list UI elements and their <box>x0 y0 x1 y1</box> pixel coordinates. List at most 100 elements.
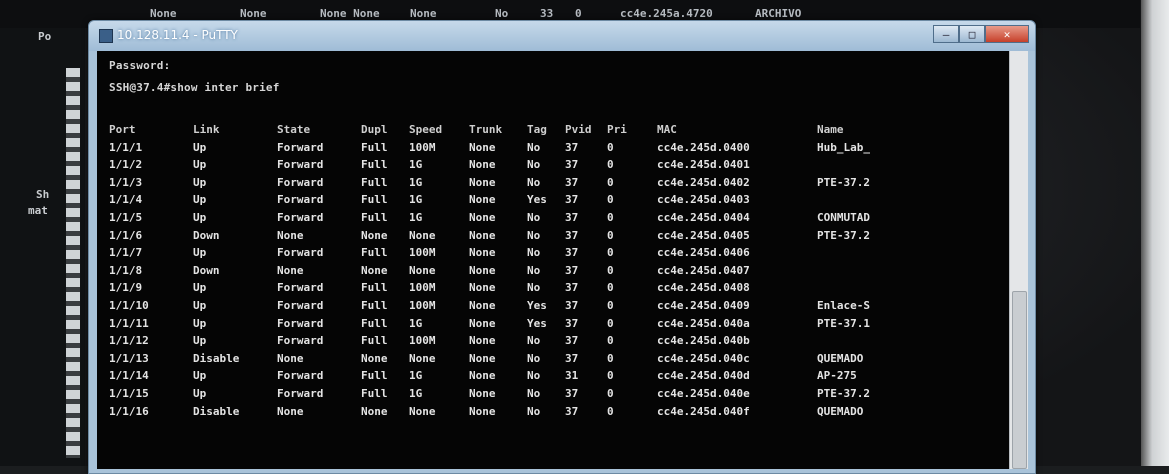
table-cell-speed: None <box>409 404 436 418</box>
table-cell-tag: Yes <box>527 299 547 312</box>
table-cell-speed: 100M <box>409 281 436 295</box>
table-cell-name: PTE-37.1 <box>817 316 870 330</box>
table-cell-port: 1/1/4 <box>109 193 143 207</box>
scrollbar-thumb[interactable] <box>1012 291 1027 469</box>
table-cell-speed: 100M <box>409 140 436 154</box>
table-cell-mac: cc4e.245d.0407 <box>657 263 750 277</box>
table-cell-trunk: None <box>469 351 496 365</box>
table-cell-state: None <box>277 228 304 242</box>
table-cell-pri: 0 <box>607 175 614 189</box>
table-cell-pri: 0 <box>607 334 614 348</box>
table-cell-pri: 0 <box>607 263 614 277</box>
table-cell-link: Up <box>193 316 207 330</box>
background-window-left: Po Sh mat <box>0 28 85 466</box>
background-text: 33 <box>540 7 554 20</box>
table-cell-mac: cc4e.245d.0405 <box>657 228 750 242</box>
column-header-pvid: Pvid <box>565 123 592 136</box>
table-cell-mac: cc4e.245d.040b <box>657 334 750 348</box>
table-cell-mac: cc4e.245d.0402 <box>657 175 750 189</box>
table-cell-state: None <box>277 263 304 277</box>
table-cell-name: QUEMADO <box>817 351 864 365</box>
table-cell-mac: cc4e.245d.0400 <box>657 140 750 154</box>
table-cell-speed: 1G <box>409 387 423 400</box>
table-cell-pri: 0 <box>607 299 614 312</box>
column-header-link: Link <box>193 123 220 136</box>
table-cell-tag: No <box>527 263 541 277</box>
table-cell-speed: 100M <box>409 334 436 348</box>
column-header-tag: Tag <box>527 123 547 136</box>
table-cell-port: 1/1/11 <box>109 316 149 330</box>
table-cell-trunk: None <box>469 387 496 400</box>
terminal-scrollbar[interactable] <box>1009 51 1028 469</box>
table-cell-tag: No <box>527 369 541 383</box>
background-toolbar <box>66 68 80 458</box>
background-text: None <box>410 7 437 20</box>
background-text: None <box>150 7 177 20</box>
background-text: ARCHIVO <box>755 7 802 20</box>
table-cell-state: Forward <box>277 369 324 383</box>
table-cell-link: Up <box>193 246 207 260</box>
putty-icon[interactable] <box>99 29 113 43</box>
table-cell-pvid: 37 <box>565 140 579 154</box>
table-cell-link: Up <box>193 193 207 207</box>
table-cell-port: 1/1/15 <box>109 387 149 400</box>
table-cell-port: 1/1/12 <box>109 334 149 348</box>
table-cell-dupl: Full <box>361 299 388 312</box>
window-controls: – □ ✕ <box>933 25 1029 43</box>
table-cell-pri: 0 <box>607 387 614 400</box>
minimize-button[interactable]: – <box>933 25 959 43</box>
table-cell-dupl: Full <box>361 369 388 383</box>
table-cell-link: Up <box>193 211 207 224</box>
table-cell-dupl: Full <box>361 334 388 348</box>
table-cell-tag: No <box>527 334 541 348</box>
table-cell-state: Forward <box>277 387 324 400</box>
table-cell-speed: 1G <box>409 211 423 224</box>
column-header-dupl: Dupl <box>361 123 388 136</box>
table-cell-mac: cc4e.245d.040e <box>657 387 750 400</box>
table-cell-pri: 0 <box>607 246 614 260</box>
table-cell-mac: cc4e.245d.0401 <box>657 158 750 172</box>
background-text: None <box>240 7 267 20</box>
table-cell-pri: 0 <box>607 211 614 224</box>
table-cell-pvid: 37 <box>565 334 579 348</box>
table-cell-name: CONMUTAD <box>817 211 870 224</box>
table-cell-tag: No <box>527 246 541 260</box>
table-cell-pvid: 37 <box>565 246 579 260</box>
password-prompt: Password: <box>109 59 171 72</box>
table-cell-link: Up <box>193 158 207 172</box>
table-cell-link: Down <box>193 228 220 242</box>
title-bar[interactable]: 10.128.11.4 - PuTTY – □ ✕ <box>89 21 1035 51</box>
terminal-output[interactable]: Password: SSH@37.4#show inter brief Port… <box>97 51 1009 469</box>
table-cell-mac: cc4e.245d.040a <box>657 316 750 330</box>
table-cell-trunk: None <box>469 158 496 172</box>
close-button[interactable]: ✕ <box>985 25 1029 43</box>
table-cell-dupl: Full <box>361 387 388 400</box>
table-cell-dupl: Full <box>361 175 388 189</box>
table-cell-dupl: Full <box>361 193 388 207</box>
table-cell-pri: 0 <box>607 158 614 172</box>
table-cell-trunk: None <box>469 263 496 277</box>
table-cell-pvid: 37 <box>565 193 579 207</box>
table-cell-tag: No <box>527 158 541 172</box>
table-cell-state: Forward <box>277 158 324 172</box>
table-cell-trunk: None <box>469 193 496 207</box>
table-cell-trunk: None <box>469 281 496 295</box>
table-cell-pri: 0 <box>607 140 614 154</box>
table-cell-dupl: Full <box>361 211 388 224</box>
table-cell-tag: No <box>527 228 541 242</box>
table-cell-port: 1/1/3 <box>109 175 143 189</box>
table-cell-state: Forward <box>277 299 324 312</box>
table-cell-trunk: None <box>469 211 496 224</box>
table-cell-pri: 0 <box>607 281 614 295</box>
table-cell-state: Forward <box>277 281 324 295</box>
column-header-state: State <box>277 123 311 136</box>
table-cell-speed: None <box>409 228 436 242</box>
table-cell-name: AP-275 <box>817 369 857 383</box>
maximize-button[interactable]: □ <box>959 25 985 43</box>
table-cell-dupl: Full <box>361 246 388 260</box>
putty-window[interactable]: 10.128.11.4 - PuTTY – □ ✕ Password: SSH@… <box>88 20 1036 474</box>
table-cell-port: 1/1/14 <box>109 369 149 383</box>
column-header-name: Name <box>817 123 844 136</box>
table-cell-state: None <box>277 351 304 365</box>
table-cell-dupl: None <box>361 263 388 277</box>
